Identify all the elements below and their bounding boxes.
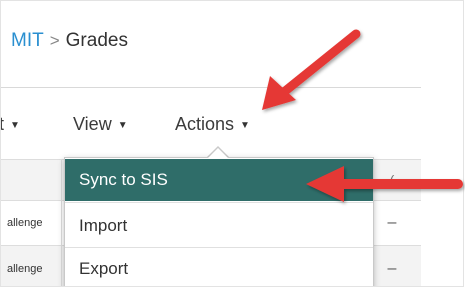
arrow-to-sync-icon	[306, 166, 463, 202]
annotation-arrows	[262, 29, 463, 202]
arrow-to-actions-icon	[262, 29, 361, 110]
